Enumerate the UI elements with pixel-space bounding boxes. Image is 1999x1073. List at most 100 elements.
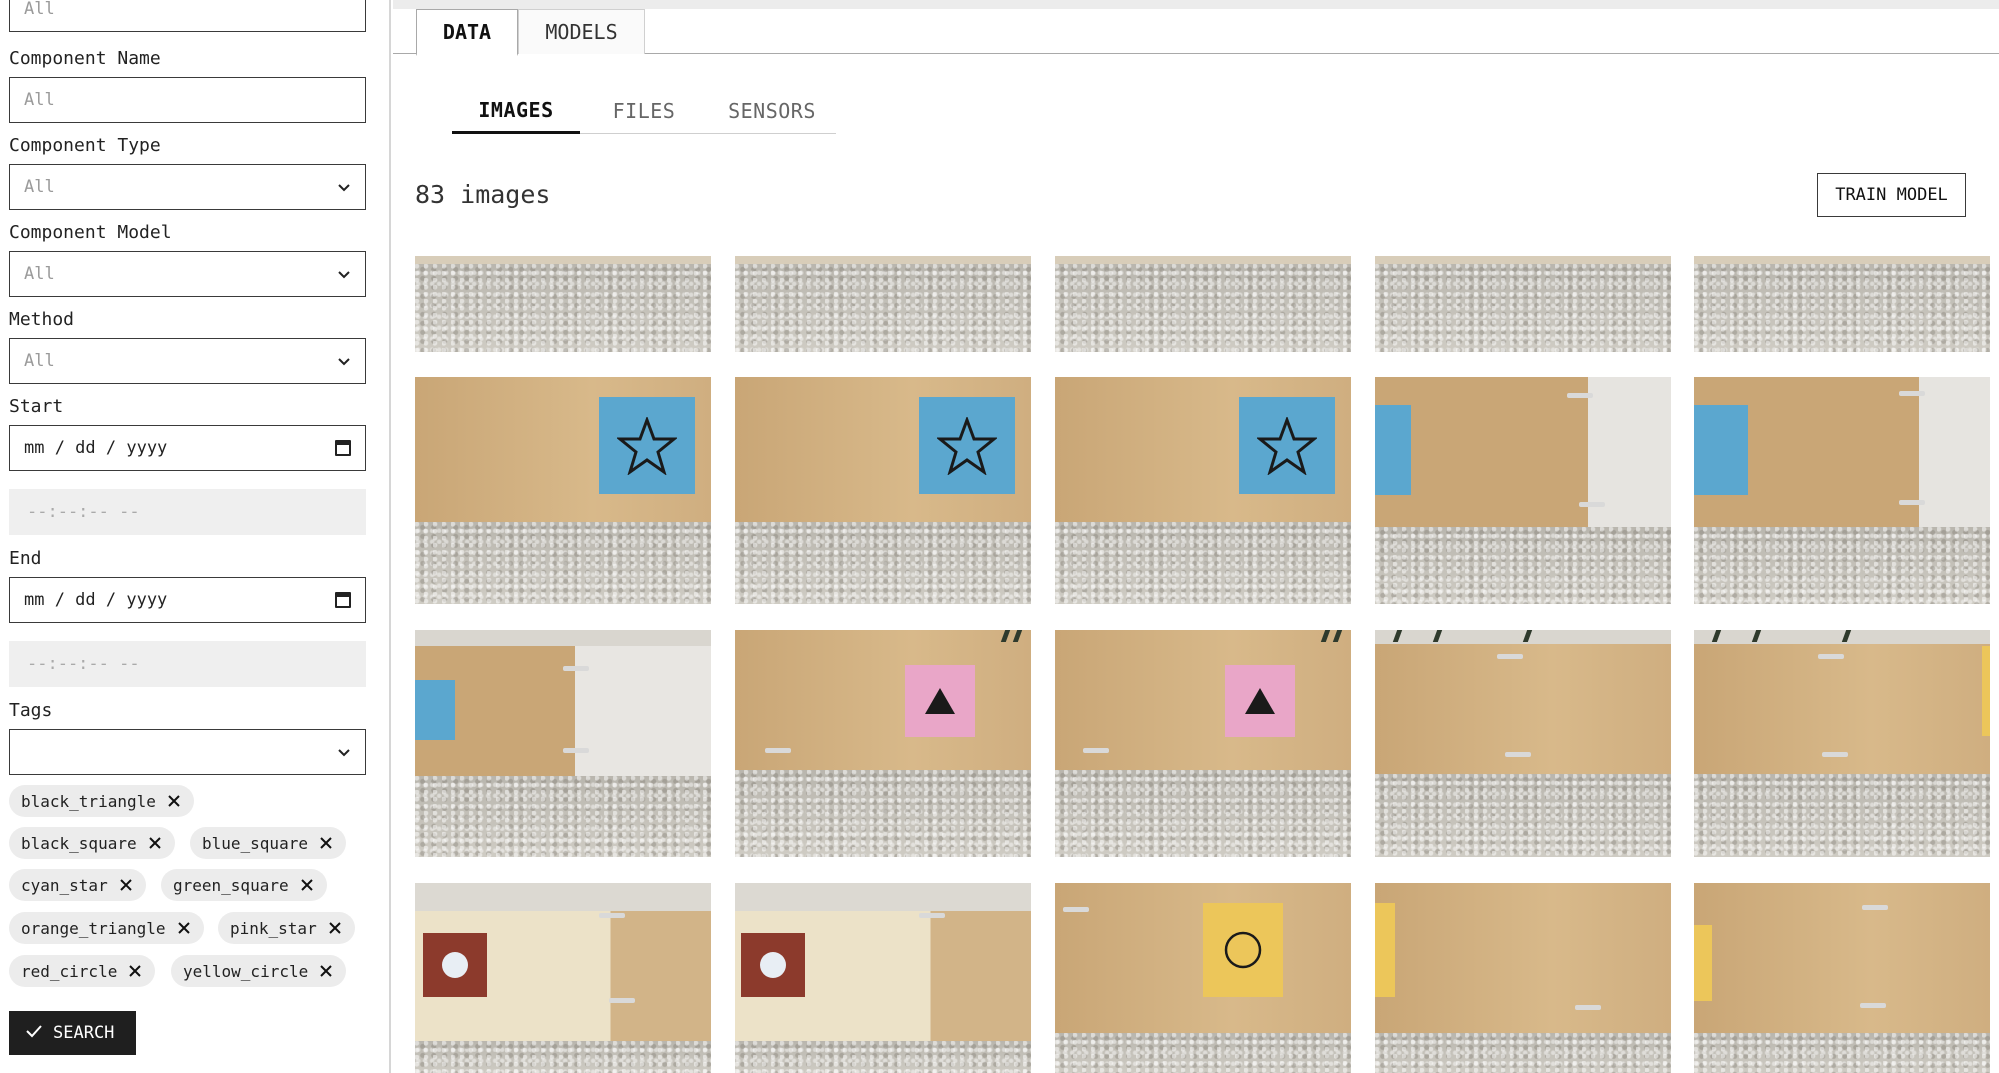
hinge bbox=[765, 748, 791, 753]
tab-data[interactable]: DATA bbox=[416, 9, 518, 56]
calendar-icon[interactable] bbox=[335, 440, 351, 456]
tag-chip: cyan_star bbox=[9, 869, 146, 901]
circle-icon bbox=[1224, 931, 1262, 969]
floor-texture bbox=[1055, 770, 1351, 857]
wall-edge bbox=[1694, 256, 1990, 264]
image-thumbnail[interactable] bbox=[415, 883, 711, 1073]
image-thumbnail[interactable] bbox=[1694, 256, 1990, 352]
close-icon[interactable] bbox=[147, 835, 163, 851]
floor-texture bbox=[1694, 1033, 1990, 1073]
close-icon[interactable] bbox=[127, 963, 143, 979]
tag-chip: black_triangle bbox=[9, 785, 194, 817]
sub-tab-bar: IMAGES FILES SENSORS bbox=[452, 88, 836, 134]
tab-sensors[interactable]: SENSORS bbox=[708, 88, 836, 134]
image-thumbnail[interactable] bbox=[1375, 883, 1671, 1073]
method-value: All bbox=[24, 351, 55, 371]
tag-chip-label: blue_square bbox=[202, 833, 308, 853]
close-icon[interactable] bbox=[299, 877, 315, 893]
start-date-placeholder: mm / dd / yyyy bbox=[24, 438, 168, 458]
component-name-placeholder: All bbox=[24, 90, 55, 110]
component-type-select[interactable]: All bbox=[9, 164, 366, 210]
tag-chip-label: black_triangle bbox=[21, 791, 156, 811]
search-button[interactable]: SEARCH bbox=[9, 1011, 136, 1055]
start-label: Start bbox=[9, 396, 64, 417]
image-thumbnail[interactable] bbox=[1694, 377, 1990, 604]
image-thumbnail[interactable] bbox=[415, 630, 711, 857]
hinge bbox=[563, 748, 589, 753]
wall-edge bbox=[735, 256, 1031, 264]
close-icon[interactable] bbox=[176, 920, 192, 936]
wall-edge bbox=[1055, 256, 1351, 264]
method-select[interactable]: All bbox=[9, 338, 366, 384]
wall-edge bbox=[415, 630, 711, 646]
wood-wall bbox=[1694, 883, 1990, 1033]
component-type-value: All bbox=[24, 177, 55, 197]
image-thumbnail[interactable] bbox=[1375, 377, 1671, 604]
end-date-input[interactable]: mm / dd / yyyy bbox=[9, 577, 366, 623]
close-icon[interactable] bbox=[166, 793, 182, 809]
close-icon[interactable] bbox=[318, 835, 334, 851]
hinge bbox=[1899, 391, 1925, 396]
chevron-down-icon bbox=[337, 180, 351, 194]
tab-models[interactable]: MODELS bbox=[518, 9, 645, 54]
tag-chip-label: cyan_star bbox=[21, 875, 108, 895]
tags-select[interactable] bbox=[9, 729, 366, 775]
method-label: Method bbox=[9, 309, 75, 330]
floor-texture bbox=[1055, 264, 1351, 352]
floor-texture bbox=[1375, 527, 1671, 604]
blue-card bbox=[599, 397, 695, 494]
image-thumbnail[interactable] bbox=[1055, 377, 1351, 604]
image-thumbnail[interactable] bbox=[735, 630, 1031, 857]
image-thumbnail[interactable] bbox=[415, 377, 711, 604]
hinge bbox=[1497, 654, 1523, 659]
image-thumbnail[interactable] bbox=[1375, 256, 1671, 352]
tab-images[interactable]: IMAGES bbox=[452, 88, 580, 134]
hinge bbox=[1083, 748, 1109, 753]
start-time-input[interactable]: --:--:-- -- bbox=[9, 489, 366, 535]
triangle-icon bbox=[1245, 688, 1275, 714]
component-model-value: All bbox=[24, 264, 55, 284]
tag-chip-label: yellow_circle bbox=[183, 961, 309, 981]
floor-texture bbox=[1375, 774, 1671, 857]
search-button-label: SEARCH bbox=[53, 1023, 115, 1043]
hinge bbox=[1860, 1003, 1886, 1008]
image-thumbnail[interactable] bbox=[1694, 630, 1990, 857]
chevron-down-icon bbox=[337, 267, 351, 281]
tag-chip: orange_triangle bbox=[9, 912, 204, 944]
yellow-card bbox=[1203, 903, 1283, 997]
component-model-select[interactable]: All bbox=[9, 251, 366, 297]
image-thumbnail[interactable] bbox=[1055, 883, 1351, 1073]
image-thumbnail[interactable] bbox=[1375, 630, 1671, 857]
image-thumbnail[interactable] bbox=[415, 256, 711, 352]
floor-texture bbox=[1694, 774, 1990, 857]
hinge bbox=[609, 998, 635, 1003]
image-thumbnail[interactable] bbox=[1694, 883, 1990, 1073]
image-thumbnail[interactable] bbox=[735, 377, 1031, 604]
floor-texture bbox=[735, 1041, 1031, 1073]
train-model-button[interactable]: TRAIN MODEL bbox=[1817, 173, 1966, 217]
end-time-input[interactable]: --:--:-- -- bbox=[9, 641, 366, 687]
image-thumbnail[interactable] bbox=[1055, 256, 1351, 352]
floor-texture bbox=[415, 522, 711, 604]
image-thumbnail[interactable] bbox=[1055, 630, 1351, 857]
component-type-label: Component Type bbox=[9, 135, 161, 156]
blue-card bbox=[919, 397, 1015, 494]
top-filter-input[interactable]: All bbox=[9, 0, 366, 32]
close-icon[interactable] bbox=[318, 963, 334, 979]
tag-chip: green_square bbox=[161, 869, 327, 901]
start-date-input[interactable]: mm / dd / yyyy bbox=[9, 425, 366, 471]
tag-chip-label: black_square bbox=[21, 833, 137, 853]
close-icon[interactable] bbox=[118, 877, 134, 893]
hinge bbox=[1899, 500, 1925, 505]
end-time-placeholder: --:--:-- -- bbox=[27, 654, 140, 674]
image-thumbnail[interactable] bbox=[735, 256, 1031, 352]
tag-chip-label: orange_triangle bbox=[21, 918, 166, 938]
calendar-icon[interactable] bbox=[335, 592, 351, 608]
close-icon[interactable] bbox=[327, 920, 343, 936]
tab-files[interactable]: FILES bbox=[580, 88, 708, 134]
component-name-input[interactable]: All bbox=[9, 77, 366, 123]
star-icon bbox=[1257, 416, 1317, 475]
image-thumbnail[interactable] bbox=[735, 883, 1031, 1073]
floor-texture bbox=[415, 1041, 711, 1073]
hinge bbox=[599, 913, 625, 918]
